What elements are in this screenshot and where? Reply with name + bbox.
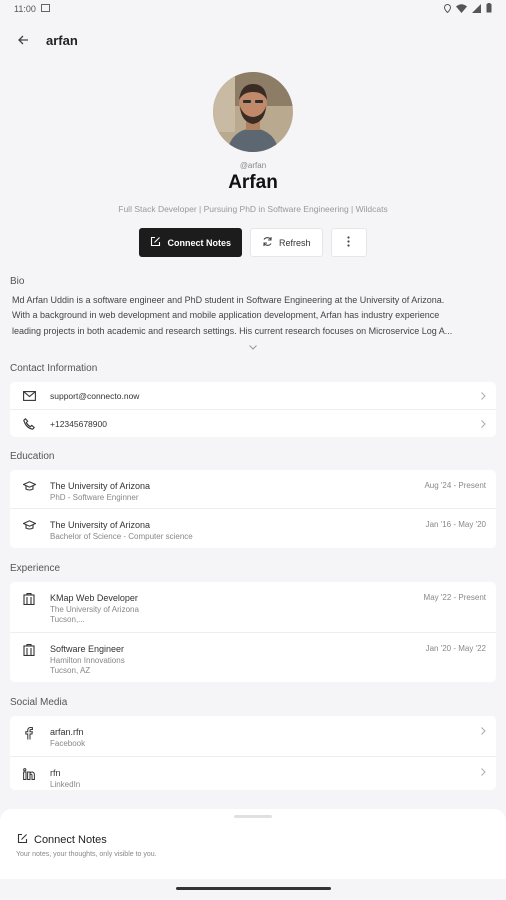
- sheet-subtitle: Your notes, your thoughts, only visible …: [16, 851, 157, 858]
- profile-header: @arfan Arfan Full Stack Developer | Purs…: [0, 62, 506, 257]
- profile-actions: Connect Notes Refresh: [139, 228, 367, 257]
- experience-location: Tucson, AZ: [50, 666, 91, 675]
- contact-phone: +12345678900: [50, 418, 107, 429]
- chevron-right-icon: [476, 768, 486, 776]
- connect-notes-sheet[interactable]: Connect Notes Your notes, your thoughts,…: [0, 809, 506, 879]
- refresh-button[interactable]: Refresh: [250, 228, 323, 257]
- social-network: LinkedIn: [50, 780, 81, 789]
- sheet-header: Connect Notes: [17, 833, 107, 847]
- chevron-right-icon: [476, 727, 486, 735]
- social-details: rfn LinkedIn: [50, 768, 476, 789]
- building-icon: [20, 644, 38, 656]
- bio-line: Md Arfan Uddin is a software engineer an…: [12, 295, 445, 305]
- avatar: [213, 72, 293, 152]
- chevron-down-icon: [249, 337, 257, 355]
- bio-expand-button[interactable]: [0, 339, 506, 353]
- education-item[interactable]: The University of Arizona Bachelor of Sc…: [10, 508, 496, 548]
- experience-item[interactable]: KMap Web Developer The University of Ari…: [10, 582, 496, 632]
- facebook-icon: [20, 727, 38, 740]
- experience-org: The University of Arizona: [50, 605, 139, 614]
- home-indicator[interactable]: [176, 887, 331, 890]
- experience-org: Hamilton Innovations: [50, 656, 125, 665]
- education-degree: PhD - Software Enginner: [50, 493, 139, 502]
- more-vertical-icon: [347, 236, 350, 249]
- chevron-right-icon: [476, 419, 486, 428]
- experience-heading: Experience: [10, 563, 61, 574]
- battery-icon: [486, 3, 492, 15]
- social-handle: rfn: [50, 768, 61, 778]
- education-heading: Education: [10, 451, 55, 462]
- signal-icon: [472, 3, 481, 15]
- contact-card: support@connecto.now +12345678900: [10, 382, 496, 437]
- top-bar: arfan: [0, 18, 506, 62]
- experience-item[interactable]: Software Engineer Hamilton Innovations T…: [10, 632, 496, 682]
- bio-line: With a background in web development and…: [12, 310, 440, 321]
- experience-location: Tucson,...: [50, 615, 85, 624]
- edit-note-icon: [150, 236, 161, 249]
- status-time: 11:00: [14, 4, 36, 14]
- social-handle: arfan.rfn: [50, 727, 84, 737]
- experience-card: KMap Web Developer The University of Ari…: [10, 582, 496, 682]
- wifi-icon: [456, 3, 467, 15]
- screenshot-icon: [40, 4, 50, 14]
- bio-heading: Bio: [10, 276, 25, 287]
- experience-dates: May '22 - Present: [423, 593, 486, 602]
- more-options-button[interactable]: [330, 228, 367, 257]
- edit-note-icon: [17, 833, 28, 847]
- profile-tagline: Full Stack Developer | Pursuing PhD in S…: [118, 204, 388, 214]
- back-arrow-icon[interactable]: [14, 31, 32, 49]
- education-details: The University of Arizona Bachelor of Sc…: [50, 520, 426, 541]
- experience-details: Software Engineer Hamilton Innovations T…: [50, 644, 426, 675]
- phone-icon: [20, 417, 38, 430]
- social-item-linkedin[interactable]: rfn LinkedIn: [10, 756, 496, 790]
- page-title: arfan: [46, 32, 78, 48]
- chevron-right-icon: [476, 391, 486, 400]
- mail-icon: [20, 390, 38, 401]
- experience-role: Software Engineer: [50, 644, 125, 654]
- profile-name: Arfan: [228, 172, 278, 193]
- building-icon: [20, 593, 38, 605]
- contact-email-row[interactable]: support@connecto.now: [10, 382, 496, 409]
- connect-notes-label: Connect Notes: [167, 237, 231, 248]
- refresh-label: Refresh: [279, 237, 311, 248]
- education-degree: Bachelor of Science - Computer science: [50, 532, 193, 541]
- education-school: The University of Arizona: [50, 481, 151, 491]
- education-details: The University of Arizona PhD - Software…: [50, 481, 424, 502]
- status-bar: 11:00: [0, 0, 506, 18]
- education-item[interactable]: The University of Arizona PhD - Software…: [10, 470, 496, 508]
- experience-dates: Jan '20 - May '22: [425, 644, 486, 653]
- education-school: The University of Arizona: [50, 520, 151, 530]
- education-dates: Jan '16 - May '20: [425, 520, 486, 529]
- social-details: arfan.rfn Facebook: [50, 727, 476, 748]
- connect-notes-button[interactable]: Connect Notes: [139, 228, 242, 257]
- system-nav-bar: [0, 879, 506, 900]
- contact-heading: Contact Information: [10, 363, 98, 374]
- bio-text: Md Arfan Uddin is a software engineer an…: [12, 293, 496, 339]
- refresh-icon: [262, 236, 273, 249]
- social-item-facebook[interactable]: arfan.rfn Facebook: [10, 716, 496, 756]
- experience-role: KMap Web Developer: [50, 593, 138, 603]
- experience-details: KMap Web Developer The University of Ari…: [50, 593, 424, 624]
- social-heading: Social Media: [10, 697, 68, 708]
- graduation-cap-icon: [20, 520, 38, 530]
- profile-handle: @arfan: [239, 161, 267, 170]
- education-dates: Aug '24 - Present: [424, 481, 486, 490]
- social-network: Facebook: [50, 739, 86, 748]
- social-card: arfan.rfn Facebook rfn LinkedIn: [10, 716, 496, 790]
- sheet-drag-handle[interactable]: [234, 815, 272, 818]
- education-card: The University of Arizona PhD - Software…: [10, 470, 496, 548]
- graduation-cap-icon: [20, 481, 38, 491]
- contact-phone-row[interactable]: +12345678900: [10, 409, 496, 437]
- contact-email: support@connecto.now: [50, 390, 140, 401]
- location-icon: [443, 3, 452, 15]
- linkedin-icon: [20, 768, 38, 780]
- sheet-title: Connect Notes: [34, 834, 107, 846]
